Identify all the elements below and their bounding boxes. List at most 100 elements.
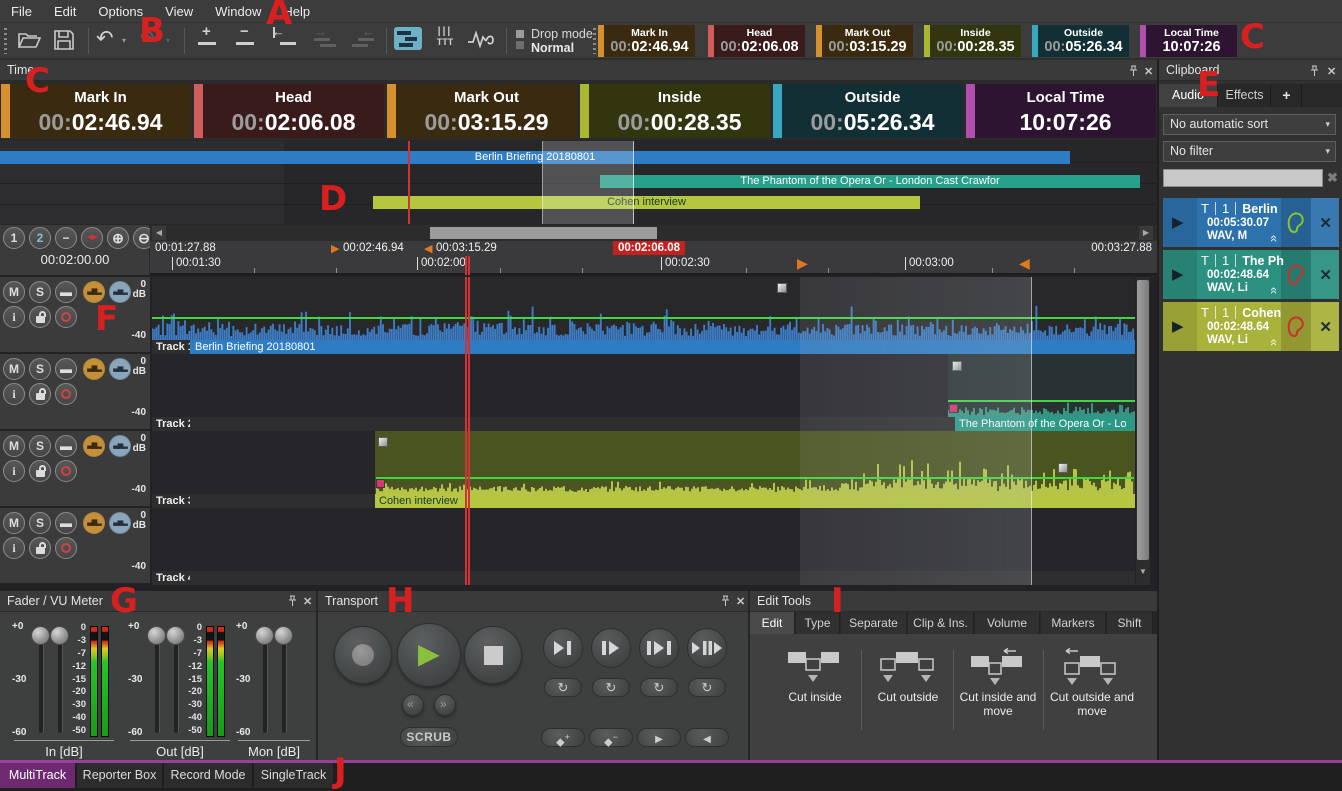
expand-icon[interactable]: «: [1267, 339, 1282, 344]
loop-out-marker-icon[interactable]: ◀: [1019, 257, 1030, 269]
lock-icon[interactable]: [29, 460, 51, 482]
track-text-view-icon[interactable]: |||TTT: [432, 26, 458, 52]
toolbar-grip[interactable]: [593, 28, 596, 54]
loop-button[interactable]: ↻: [592, 678, 630, 697]
minimize-track-icon[interactable]: ▬: [55, 358, 77, 380]
play-icon[interactable]: ▶: [1172, 317, 1184, 335]
mute-button[interactable]: M: [3, 435, 25, 457]
zoom-in-icon[interactable]: ⊕: [107, 227, 129, 249]
clear-search-icon[interactable]: ✖: [1327, 170, 1338, 186]
clip-marker-icon[interactable]: [1058, 463, 1068, 473]
cut-outside-move-tool[interactable]: Cut outside and move: [1046, 648, 1138, 718]
search-input[interactable]: [1163, 169, 1323, 187]
layout-2-button[interactable]: 2: [29, 227, 51, 249]
overview-clip[interactable]: The Phantom of the Opera Or - London Cas…: [600, 175, 1140, 188]
expand-icon[interactable]: «: [1267, 287, 1282, 292]
pin-icon[interactable]: [720, 595, 731, 607]
clip-view-icon[interactable]: [394, 27, 422, 50]
overview-timeline[interactable]: Berlin Briefing 20180801 The Phantom of …: [0, 140, 1157, 225]
ripple-delete-icon[interactable]: ←: [350, 26, 378, 52]
expand-icon[interactable]: «: [1267, 235, 1282, 240]
record-arm-icon[interactable]: [55, 460, 77, 482]
scrollbar-thumb[interactable]: [430, 227, 657, 239]
drop-mode-value[interactable]: Normal: [531, 41, 574, 55]
prev-marker-button[interactable]: ◀: [685, 728, 729, 747]
add-tab-button[interactable]: +: [1272, 84, 1302, 107]
markers-icon[interactable]: ◀▶: [81, 227, 103, 249]
play-around-marks-button[interactable]: [687, 628, 727, 668]
minimize-icon[interactable]: −: [55, 227, 77, 249]
pin-icon[interactable]: [287, 595, 298, 607]
add-marker-button[interactable]: ◆+: [541, 728, 585, 747]
tab-markers[interactable]: Markers: [1041, 612, 1106, 634]
remove-track-icon[interactable]: −: [234, 26, 260, 52]
save-icon[interactable]: [52, 28, 76, 52]
filter-dropdown[interactable]: No filter▾: [1163, 141, 1336, 162]
scrub-button[interactable]: SCRUB: [400, 727, 458, 747]
cut-inside-tool[interactable]: Cut inside: [769, 648, 861, 704]
record-arm-icon[interactable]: [55, 537, 77, 559]
clip-marker-icon[interactable]: [777, 283, 787, 293]
close-icon[interactable]: ✕: [736, 596, 745, 608]
track-name[interactable]: Track 1: [152, 340, 190, 354]
scroll-right-icon[interactable]: ▶: [1139, 226, 1153, 240]
scroll-down-icon[interactable]: ▼: [1136, 567, 1150, 576]
fader-track[interactable]: [282, 630, 286, 733]
scroll-left-icon[interactable]: ◀: [152, 226, 166, 240]
tab-separate[interactable]: Separate: [841, 612, 907, 634]
ruler-playhead[interactable]: [465, 256, 467, 275]
fader-track[interactable]: [155, 630, 159, 733]
overview-playhead[interactable]: [408, 141, 410, 224]
remove-item-icon[interactable]: ✕: [1319, 214, 1332, 232]
minimize-track-icon[interactable]: ▬: [55, 512, 77, 534]
mute-button[interactable]: M: [3, 358, 25, 380]
overview-clip[interactable]: Cohen interview: [373, 196, 920, 209]
solo-button[interactable]: S: [29, 435, 51, 457]
add-track-icon[interactable]: +: [196, 26, 222, 52]
remove-item-icon[interactable]: ✕: [1319, 266, 1332, 284]
record-arm-icon[interactable]: [55, 383, 77, 405]
vertical-scrollbar[interactable]: ▼: [1136, 277, 1150, 585]
close-icon[interactable]: ✕: [303, 596, 312, 608]
loop-button[interactable]: ↻: [544, 678, 582, 697]
toolbar-grip[interactable]: [4, 28, 7, 54]
loop-in-marker-icon[interactable]: ▶: [797, 257, 808, 269]
close-icon[interactable]: ✕: [1144, 66, 1153, 78]
loop-button[interactable]: ↻: [640, 678, 678, 697]
fader-knob[interactable]: [147, 626, 166, 645]
fader-track[interactable]: [263, 630, 267, 733]
tab-multitrack[interactable]: MultiTrack: [0, 763, 76, 788]
next-marker-button[interactable]: ▶: [637, 728, 681, 747]
fader-track[interactable]: [58, 630, 62, 733]
loop-button[interactable]: ↻: [688, 678, 726, 697]
solo-button[interactable]: S: [29, 281, 51, 303]
ear-icon[interactable]: [1286, 211, 1306, 235]
close-icon[interactable]: ✕: [1327, 66, 1336, 78]
open-file-icon[interactable]: [16, 28, 42, 52]
tab-singletrack[interactable]: SingleTrack: [254, 763, 334, 788]
lock-icon[interactable]: [29, 537, 51, 559]
fader-knob[interactable]: [50, 626, 69, 645]
ear-icon[interactable]: [1286, 263, 1306, 287]
fader-track[interactable]: [174, 630, 178, 733]
tab-effects[interactable]: Effects: [1219, 84, 1271, 107]
envelope-point-icon[interactable]: [376, 479, 385, 488]
clipboard-item[interactable]: ▶ T1Berlin 00:05:30.07 WAV, M « ✕: [1163, 198, 1339, 247]
tab-shift[interactable]: Shift: [1107, 612, 1153, 634]
time-selection-region[interactable]: [800, 277, 1032, 585]
stop-button[interactable]: [464, 626, 522, 684]
lock-icon[interactable]: [29, 383, 51, 405]
forward-button[interactable]: »: [434, 694, 456, 716]
ear-icon[interactable]: [1286, 315, 1306, 339]
tab-edit[interactable]: Edit: [750, 612, 795, 634]
play-between-marks-button[interactable]: [639, 628, 679, 668]
ruler-playhead[interactable]: [468, 256, 470, 275]
remove-item-icon[interactable]: ✕: [1319, 318, 1332, 336]
pin-icon[interactable]: [1128, 65, 1139, 77]
solo-button[interactable]: S: [29, 358, 51, 380]
tab-reporter-box[interactable]: Reporter Box: [77, 763, 163, 788]
meter-mode-icon[interactable]: ▃▆▂: [83, 435, 105, 457]
mute-button[interactable]: M: [3, 281, 25, 303]
pin-icon[interactable]: [1309, 65, 1320, 77]
fader-knob[interactable]: [31, 626, 50, 645]
